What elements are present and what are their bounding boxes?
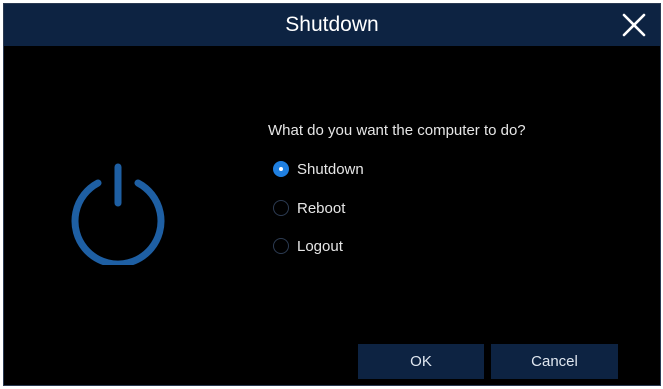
option-shutdown[interactable]: Shutdown (273, 158, 364, 180)
option-logout[interactable]: Logout (273, 235, 343, 257)
shutdown-dialog: Shutdown What do you want the computer t… (3, 3, 661, 386)
option-reboot-label: Reboot (297, 199, 346, 217)
power-icon (71, 163, 165, 265)
ok-button[interactable]: OK (358, 344, 484, 379)
radio-logout[interactable] (273, 238, 289, 254)
close-icon[interactable] (618, 9, 650, 41)
dialog-titlebar: Shutdown (4, 4, 660, 46)
option-shutdown-label: Shutdown (297, 160, 364, 178)
radio-shutdown[interactable] (273, 161, 289, 177)
option-reboot[interactable]: Reboot (273, 197, 345, 219)
dialog-title: Shutdown (285, 13, 379, 36)
shutdown-question: What do you want the computer to do? (268, 122, 526, 139)
option-logout-label: Logout (297, 237, 343, 255)
cancel-button[interactable]: Cancel (491, 344, 618, 379)
radio-reboot[interactable] (273, 200, 289, 216)
